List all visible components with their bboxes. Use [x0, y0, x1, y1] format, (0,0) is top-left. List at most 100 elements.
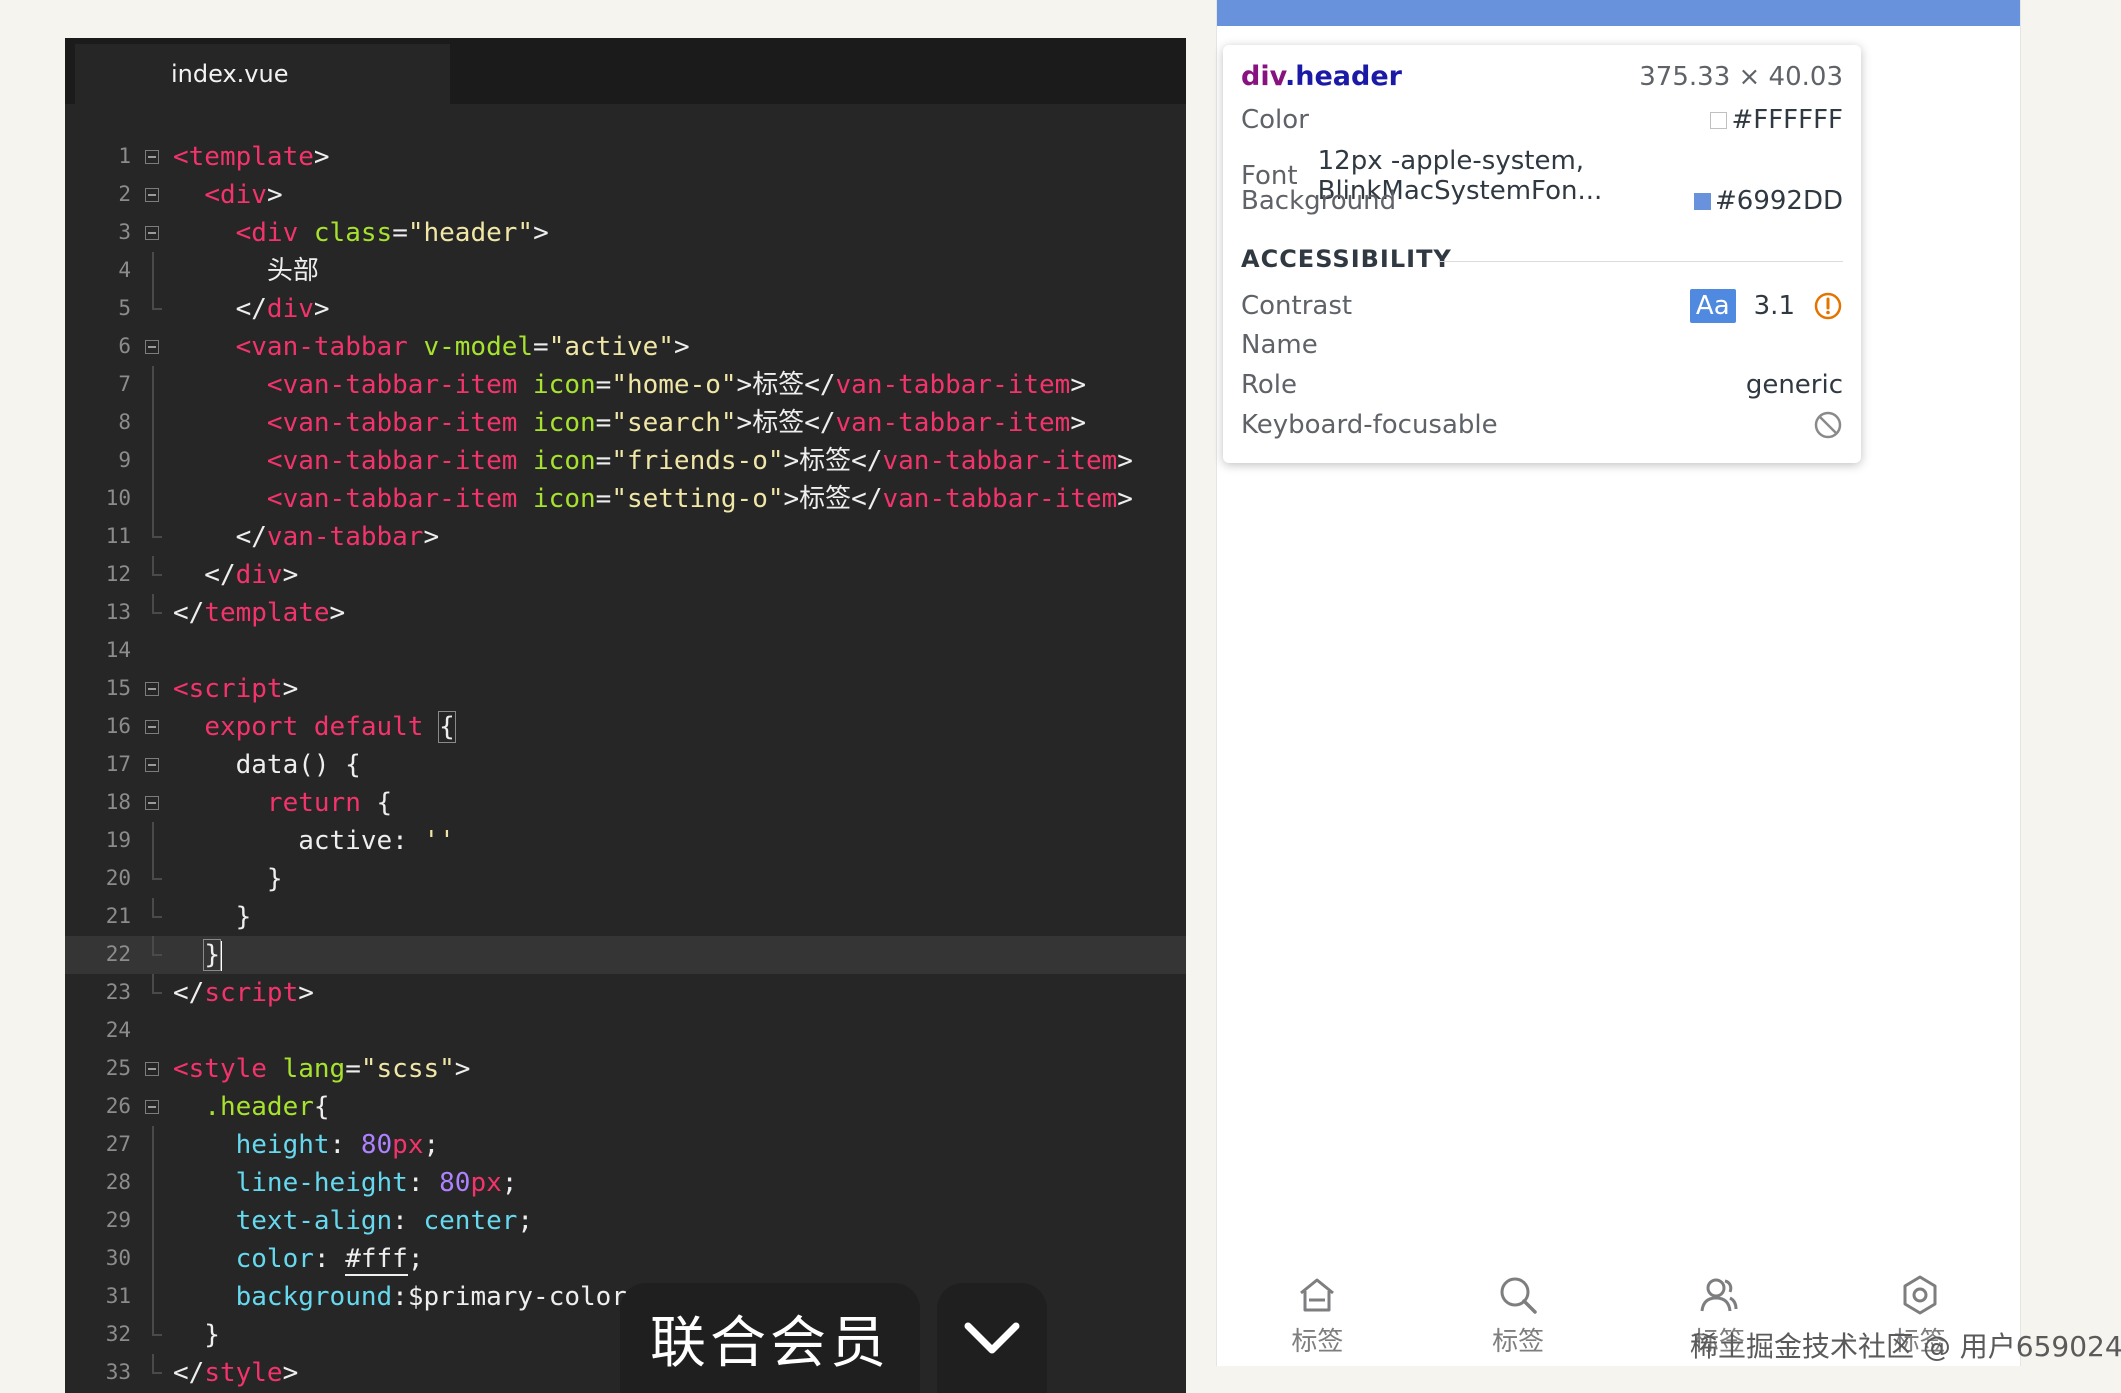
code-line[interactable]: 8 <van-tabbar-item icon="search">标签</van… [65, 404, 1186, 442]
line-number: 17 [105, 752, 131, 776]
fold-guide-end [152, 574, 162, 576]
inspector-color-row: Color #FFFFFF [1241, 105, 1843, 135]
code-line[interactable]: 13 </template> [65, 594, 1186, 632]
code-line[interactable]: 15 <script> [65, 670, 1186, 708]
fold-guide [152, 936, 154, 955]
fold-toggle-icon[interactable] [145, 226, 159, 240]
inspector-role-value: generic [1745, 370, 1843, 400]
fold-guide [152, 1316, 154, 1335]
code-text: </van-tabbar> [173, 522, 440, 552]
setting-icon [1903, 1275, 1937, 1315]
fold-guide [152, 1240, 154, 1278]
code-line[interactable]: 7 <van-tabbar-item icon="home-o">标签</van… [65, 366, 1186, 404]
fold-guide [152, 556, 154, 575]
code-text: return { [266, 788, 393, 818]
inspector-color-value: #FFFFFF [1731, 105, 1843, 135]
code-text: </div> [173, 294, 330, 324]
line-number: 31 [105, 1284, 131, 1308]
code-line[interactable]: 18 return { [65, 784, 1186, 822]
code-line[interactable]: 28 line-height: 80px; [65, 1164, 1186, 1202]
code-line[interactable]: 27 height: 80px; [65, 1126, 1186, 1164]
code-line[interactable]: 29 text-align: center; [65, 1202, 1186, 1240]
fold-guide-end [152, 308, 162, 310]
code-line[interactable]: 11 </van-tabbar> [65, 518, 1186, 556]
editor-tab-index-vue[interactable]: index.vue [75, 44, 450, 104]
fold-guide [152, 1164, 154, 1202]
code-text: } [173, 864, 283, 894]
tabbar-item-search[interactable]: 标签 [1418, 1255, 1619, 1366]
code-text: <div class="header"> [235, 218, 549, 248]
fold-guide [152, 860, 154, 879]
code-line[interactable]: 30 color: #fff; [65, 1240, 1186, 1278]
code-line[interactable]: 2 <div> [65, 176, 1186, 214]
code-line[interactable]: 4 头部 [65, 252, 1186, 290]
contrast-value: 3.1 [1753, 291, 1795, 321]
member-button[interactable]: 联合会员 [620, 1283, 920, 1393]
preview-header[interactable] [1217, 0, 2020, 26]
code-line[interactable]: 6 <van-tabbar v-model="active"> [65, 328, 1186, 366]
code-line[interactable]: 5 </div> [65, 290, 1186, 328]
code-text: </style> [173, 1358, 299, 1388]
line-number: 24 [105, 1018, 131, 1042]
line-number: 30 [105, 1246, 131, 1270]
code-text: <div> [204, 180, 283, 210]
code-line[interactable]: 16 export default { [65, 708, 1186, 746]
fold-toggle-icon[interactable] [145, 188, 159, 202]
line-number: 12 [105, 562, 131, 586]
expand-button[interactable] [937, 1283, 1047, 1393]
code-text: <van-tabbar v-model="active"> [235, 332, 690, 362]
code-line[interactable]: 10 <van-tabbar-item icon="setting-o">标签<… [65, 480, 1186, 518]
code-line[interactable]: 14 [65, 632, 1186, 670]
code-line[interactable]: 9 <van-tabbar-item icon="friends-o">标签</… [65, 442, 1186, 480]
code-text: <van-tabbar-item icon="search">标签</van-t… [266, 408, 1086, 438]
fold-toggle-icon[interactable] [145, 720, 159, 734]
fold-guide [152, 442, 154, 480]
code-text: <template> [173, 142, 330, 172]
code-text: </template> [173, 598, 346, 628]
divider [1439, 261, 1843, 262]
color-swatch [1710, 111, 1728, 129]
code-text: } [173, 902, 252, 932]
code-line[interactable]: 19 active: '' [65, 822, 1186, 860]
inspector-background-row: Background #6992DD [1241, 186, 1843, 216]
line-number: 21 [105, 904, 131, 928]
fold-guide [152, 1354, 154, 1373]
fold-toggle-icon[interactable] [145, 682, 159, 696]
tabbar-item-label: 标签 [1291, 1327, 1344, 1357]
fold-guide [152, 252, 154, 290]
code-line[interactable]: 1 <template> [65, 138, 1186, 176]
chevron-down-icon [964, 1322, 1020, 1354]
line-number: 26 [105, 1094, 131, 1118]
line-number: 27 [105, 1132, 131, 1156]
fold-toggle-icon[interactable] [145, 150, 159, 164]
fold-guide [152, 594, 154, 613]
fold-toggle-icon[interactable] [145, 1100, 159, 1114]
fold-toggle-icon[interactable] [145, 758, 159, 772]
code-line[interactable]: 12 </div> [65, 556, 1186, 594]
fold-guide [152, 898, 154, 917]
line-number: 18 [105, 790, 131, 814]
fold-guide-end [152, 1372, 162, 1374]
code-line[interactable]: 26 .header{ [65, 1088, 1186, 1126]
fold-guide [152, 290, 154, 309]
fold-toggle-icon[interactable] [145, 340, 159, 354]
code-line[interactable]: 24 [65, 1012, 1186, 1050]
code-line[interactable]: 17 data() { [65, 746, 1186, 784]
code-line[interactable]: 3 <div class="header"> [65, 214, 1186, 252]
fold-toggle-icon[interactable] [145, 1062, 159, 1076]
code-line[interactable]: 25 <style lang="scss"> [65, 1050, 1186, 1088]
contrast-badge: Aa [1689, 289, 1736, 323]
inspector-contrast-row: Contrast Aa 3.1 [1241, 289, 1843, 323]
code-text: height: 80px; [235, 1130, 440, 1160]
code-line[interactable]: 23 </script> [65, 974, 1186, 1012]
code-line[interactable]: 20 } [65, 860, 1186, 898]
code-line[interactable]: 22 } [65, 936, 1186, 974]
tabbar-item-home[interactable]: 标签 [1217, 1255, 1418, 1366]
line-number: 29 [105, 1208, 131, 1232]
fold-toggle-icon[interactable] [145, 796, 159, 810]
code-line[interactable]: 21 } [65, 898, 1186, 936]
line-number: 20 [105, 866, 131, 890]
editor-tab-label: index.vue [171, 60, 289, 88]
inspector-title-row: div.header 375.33 × 40.03 [1241, 61, 1843, 92]
code-editor[interactable]: index.vue 1 <template> 2 <div> 3 <div class… [65, 38, 1186, 1393]
